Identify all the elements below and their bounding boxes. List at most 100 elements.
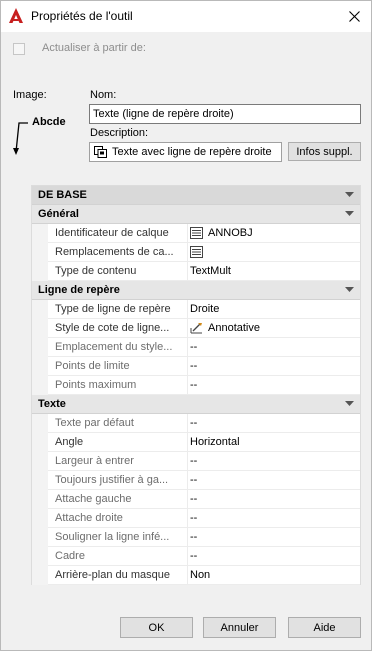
property-row[interactable]: Souligner la ligne infé... -- — [32, 528, 360, 547]
tool-image-preview: Abcde — [13, 111, 83, 161]
property-value[interactable]: -- — [190, 360, 358, 372]
column-separator — [187, 376, 188, 395]
properties-grid: DE BASE Général Identificateur de calque… — [31, 185, 361, 585]
section-texte[interactable]: Texte — [32, 395, 360, 414]
row-gutter — [32, 338, 48, 357]
update-from-row: Actualiser à partir de: — [13, 41, 146, 57]
property-value[interactable]: Annotative — [190, 322, 358, 334]
row-gutter — [32, 509, 48, 528]
property-row[interactable]: Arrière-plan du masque Non — [32, 566, 360, 585]
column-separator — [187, 471, 188, 490]
chevron-down-icon[interactable] — [345, 401, 354, 407]
property-value[interactable]: -- — [190, 531, 358, 543]
section-ligne-de-repere[interactable]: Ligne de repère — [32, 281, 360, 300]
property-value[interactable]: -- — [190, 341, 358, 353]
property-value[interactable]: TextMult — [190, 265, 358, 277]
property-name: Attache droite — [55, 512, 123, 524]
row-gutter — [32, 471, 48, 490]
row-gutter — [32, 452, 48, 471]
property-value[interactable]: -- — [190, 512, 358, 524]
tool-properties-dialog: Propriétés de l'outil Actualiser à parti… — [0, 0, 372, 651]
column-separator — [187, 452, 188, 471]
property-value[interactable]: Droite — [190, 303, 358, 315]
multileader-icon — [94, 146, 107, 158]
property-row[interactable]: Toujours justifier à ga... -- — [32, 471, 360, 490]
property-name: Remplacements de ca... — [55, 246, 174, 258]
property-name: Arrière-plan du masque — [55, 569, 170, 581]
column-separator — [187, 433, 188, 452]
row-gutter — [32, 300, 48, 319]
property-value[interactable]: -- — [190, 379, 358, 391]
close-button[interactable] — [343, 5, 365, 27]
cancel-button[interactable]: Annuler — [203, 617, 276, 638]
section-general[interactable]: Général — [32, 205, 360, 224]
description-input[interactable]: Texte avec ligne de repère droite — [89, 142, 282, 162]
column-separator — [187, 300, 188, 319]
property-name: Points maximum — [55, 379, 137, 391]
property-row[interactable]: Remplacements de ca... — [32, 243, 360, 262]
property-value[interactable]: -- — [190, 455, 358, 467]
more-info-button[interactable]: Infos suppl. — [288, 142, 361, 161]
property-name: Toujours justifier à ga... — [55, 474, 169, 486]
column-separator — [187, 547, 188, 566]
property-name: Points de limite — [55, 360, 130, 372]
update-from-label: Actualiser à partir de: — [42, 42, 146, 54]
category-de-base[interactable]: DE BASE — [32, 186, 360, 205]
ok-button[interactable]: OK — [120, 617, 193, 638]
property-value[interactable]: ANNOBJ — [190, 227, 358, 239]
row-gutter — [32, 243, 48, 262]
row-gutter — [32, 433, 48, 452]
property-row[interactable]: Points maximum -- — [32, 376, 360, 395]
close-icon — [348, 10, 360, 22]
update-from-checkbox[interactable] — [13, 43, 25, 55]
layer-list-icon — [190, 227, 203, 239]
column-separator — [187, 528, 188, 547]
chevron-down-icon[interactable] — [345, 211, 354, 217]
property-row[interactable]: Largeur à entrer -- — [32, 452, 360, 471]
property-row[interactable]: Points de limite -- — [32, 357, 360, 376]
property-row[interactable]: Type de contenu TextMult — [32, 262, 360, 281]
property-value-text: Annotative — [208, 322, 260, 334]
name-input[interactable]: Texte (ligne de repère droite) — [89, 104, 361, 124]
row-gutter — [32, 547, 48, 566]
property-name: Texte par défaut — [55, 417, 134, 429]
column-separator — [187, 414, 188, 433]
property-value[interactable]: -- — [190, 493, 358, 505]
property-row[interactable]: Attache droite -- — [32, 509, 360, 528]
column-separator — [187, 224, 188, 243]
section-title: Texte — [38, 398, 66, 410]
column-separator — [187, 490, 188, 509]
property-row[interactable]: Identificateur de calque ANNOBJ — [32, 224, 360, 243]
property-value[interactable] — [190, 246, 358, 258]
description-label: Description: — [90, 127, 149, 139]
row-gutter — [32, 224, 48, 243]
property-name: Cadre — [55, 550, 85, 562]
property-row[interactable]: Angle Horizontal — [32, 433, 360, 452]
row-gutter — [32, 528, 48, 547]
property-name: Largeur à entrer — [55, 455, 134, 467]
property-row[interactable]: Style de cote de ligne... Annotative — [32, 319, 360, 338]
chevron-down-icon[interactable] — [345, 287, 354, 293]
property-value[interactable]: Non — [190, 569, 358, 581]
property-row[interactable]: Emplacement du style... -- — [32, 338, 360, 357]
property-row[interactable]: Cadre -- — [32, 547, 360, 566]
autocad-logo-icon — [9, 8, 23, 23]
annotative-style-icon — [190, 323, 202, 334]
property-value[interactable]: -- — [190, 474, 358, 486]
property-name: Style de cote de ligne... — [55, 322, 170, 334]
property-name: Type de contenu — [55, 265, 137, 277]
property-row[interactable]: Type de ligne de repère Droite — [32, 300, 360, 319]
chevron-down-icon[interactable] — [345, 192, 354, 198]
property-row[interactable]: Attache gauche -- — [32, 490, 360, 509]
property-value[interactable]: -- — [190, 417, 358, 429]
column-separator — [187, 319, 188, 338]
row-gutter — [32, 357, 48, 376]
property-name: Identificateur de calque — [55, 227, 169, 239]
row-gutter — [32, 566, 48, 585]
property-value[interactable]: Horizontal — [190, 436, 358, 448]
property-row[interactable]: Texte par défaut -- — [32, 414, 360, 433]
property-name: Type de ligne de repère — [55, 303, 171, 315]
property-name: Souligner la ligne infé... — [55, 531, 170, 543]
property-value[interactable]: -- — [190, 550, 358, 562]
help-button[interactable]: Aide — [288, 617, 361, 638]
